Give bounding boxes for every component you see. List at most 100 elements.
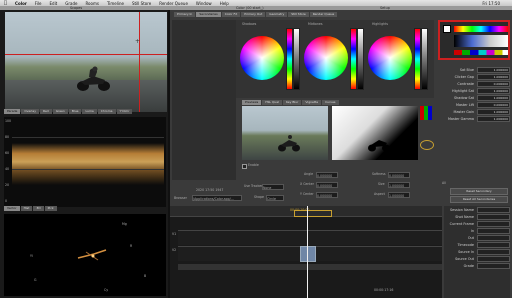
tab-3d[interactable]: 3D	[33, 206, 44, 211]
menu-app[interactable]: Color	[15, 1, 27, 6]
room-tabs: Primary In Secondaries Color FX Primary …	[174, 12, 338, 17]
shadows-hue-slider[interactable]	[286, 28, 293, 90]
reset-secondary-button[interactable]: Reset Secondary	[450, 188, 508, 195]
tab-overlay[interactable]: Overlay	[21, 109, 40, 114]
info-value[interactable]	[477, 262, 510, 269]
info-value[interactable]	[477, 220, 510, 227]
color-wheels-area: Shadows Midtones Highlights	[236, 20, 434, 98]
shadows-color-wheel[interactable]	[240, 36, 284, 80]
info-value[interactable]	[477, 255, 510, 262]
info-value[interactable]	[477, 241, 510, 248]
control-value[interactable]: 1.000000	[477, 87, 510, 94]
tab-previews[interactable]: Previews	[242, 100, 262, 105]
tab-pick[interactable]: Pick	[44, 206, 57, 211]
tab-geometry[interactable]: Geometry	[266, 12, 288, 17]
tab-luma[interactable]: Luma	[82, 109, 97, 114]
menu-render-queue[interactable]: Render Queue	[159, 1, 188, 6]
tab-green[interactable]: Green	[52, 109, 68, 114]
midtones-color-wheel[interactable]	[304, 36, 348, 80]
control-value[interactable]: 1.000000	[477, 94, 510, 101]
tab-still-store[interactable]: Still Store	[288, 12, 309, 17]
info-value[interactable]	[477, 227, 510, 234]
shadows-lum-slider[interactable]	[293, 28, 300, 90]
vignette-shape-icon[interactable]	[420, 140, 434, 150]
tab-chroma[interactable]: Chroma	[97, 109, 116, 114]
field-value: 0.000000	[389, 174, 405, 178]
shape-select[interactable]: Circle	[266, 195, 284, 201]
control-label: Sat Blue	[459, 67, 474, 72]
info-label: Out	[467, 235, 474, 240]
tab-blue[interactable]: Blue	[68, 109, 82, 114]
highlights-lum-slider[interactable]	[421, 28, 428, 90]
info-value[interactable]	[477, 234, 510, 241]
angle-field[interactable]: 0.000000	[316, 172, 338, 178]
control-value[interactable]: 1.000000	[477, 73, 510, 80]
curves-palette-panel[interactable]	[438, 20, 510, 60]
control-value[interactable]: 1.000000	[477, 115, 510, 122]
menu-help[interactable]: Help	[220, 1, 229, 6]
control-row: Master Gamma 1.000000	[436, 115, 510, 122]
control-value[interactable]: 1.000000	[477, 108, 510, 115]
x-center-field[interactable]: 0.000000	[316, 182, 338, 188]
timeline-clip[interactable]	[300, 246, 316, 262]
field-label: Y Center	[300, 192, 314, 196]
tab-ycbcr[interactable]: Y'CbCr	[116, 109, 133, 114]
timeline-in-marker[interactable]	[294, 210, 332, 217]
palette-row[interactable]	[454, 50, 508, 55]
control-value[interactable]: 0.000000	[477, 101, 510, 108]
color-swatch[interactable]	[443, 25, 451, 33]
crosshair-horizontal	[5, 54, 167, 55]
track-v1[interactable]	[178, 230, 442, 245]
midtones-hue-slider[interactable]	[350, 28, 357, 90]
tab-vignette[interactable]: Vignette	[302, 100, 322, 105]
browser-path[interactable]: /Applications/Color.app/...	[192, 195, 242, 201]
reset-all-secondaries-button[interactable]: Reset All Secondaries	[450, 196, 508, 203]
all-label: All	[442, 181, 446, 185]
enable-label: Enable	[248, 163, 259, 167]
secondary-preview-matte	[332, 106, 418, 160]
info-value[interactable]	[477, 248, 510, 255]
menu-edit[interactable]: Edit	[50, 1, 58, 6]
highlights-hue-slider[interactable]	[414, 28, 421, 90]
hue-spectrum[interactable]	[454, 26, 508, 32]
menu-grade[interactable]: Grade	[65, 1, 77, 6]
control-value[interactable]: 0.000000	[477, 80, 510, 87]
control-value[interactable]: 1.000000	[477, 66, 510, 73]
control-label: Master Lift	[456, 102, 474, 107]
enable-checkbox[interactable]	[242, 164, 247, 169]
info-row: Source In	[444, 248, 510, 255]
info-value[interactable]	[477, 213, 510, 220]
tab-secondaries[interactable]: Secondaries	[196, 12, 221, 17]
tab-primary-in[interactable]: Primary In	[174, 12, 196, 17]
softness-field[interactable]: 0.000000	[388, 172, 410, 178]
tab-key-blur[interactable]: Key Blur	[282, 100, 302, 105]
menu-window[interactable]: Window	[196, 1, 212, 6]
aspect-field[interactable]: 1.000000	[388, 192, 410, 198]
highlights-color-wheel[interactable]	[368, 36, 412, 80]
tab-vector[interactable]: Vector	[4, 206, 20, 211]
tab-primary-out[interactable]: Primary Out	[241, 12, 266, 17]
field-value: 0.000000	[317, 194, 333, 198]
key-color-swatches[interactable]	[420, 106, 432, 120]
gradient-strip[interactable]	[454, 35, 508, 47]
size-field[interactable]: 1.000000	[388, 182, 410, 188]
viewer-tc: 2020 17:50 1947	[196, 188, 224, 192]
midtones-lum-slider[interactable]	[357, 28, 364, 90]
tab-red[interactable]: Red	[40, 109, 52, 114]
menu-timeline[interactable]: Timeline	[107, 1, 124, 6]
playhead[interactable]	[307, 206, 308, 298]
info-value[interactable]	[477, 206, 510, 213]
menu-rooms[interactable]: Rooms	[85, 1, 98, 6]
vignette-fields: Angle 0.000000 Softness 0.000000 X Cente…	[280, 172, 430, 202]
target-marker-icon[interactable]: +	[135, 38, 140, 45]
tab-color-fx[interactable]: Color FX	[221, 12, 241, 17]
tab-render-queue[interactable]: Render Queue	[309, 12, 338, 17]
menu-still-store[interactable]: Still Store	[132, 1, 151, 6]
menu-file[interactable]: File	[35, 1, 42, 6]
tab-hsl-qual[interactable]: HSL Qual	[262, 100, 282, 105]
tab-hist[interactable]: Hist	[20, 206, 33, 211]
tab-curves[interactable]: Curves	[322, 100, 339, 105]
y-center-field[interactable]: 0.000000	[316, 192, 338, 198]
use-tracker-select[interactable]: None	[262, 184, 284, 190]
tab-parade[interactable]: Parade	[4, 109, 21, 114]
